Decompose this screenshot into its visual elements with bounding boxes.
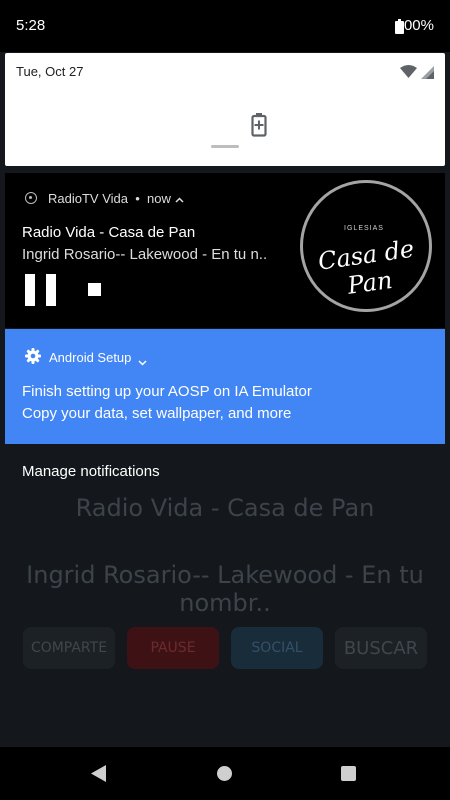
wifi-icon xyxy=(400,65,417,83)
battery-percent: 100% xyxy=(395,17,434,34)
status-time: 5:28 xyxy=(16,17,46,34)
battery-saver-icon[interactable] xyxy=(251,113,267,142)
media-notification[interactable]: RadioTV Vida • now Radio Vida - Casa de … xyxy=(5,173,445,328)
notification-time: now xyxy=(147,191,171,206)
share-button[interactable]: COMPARTE xyxy=(23,627,115,669)
setup-app-name: Android Setup xyxy=(49,350,132,365)
station-title: Radio Vida - Casa de Pan xyxy=(75,494,375,522)
header-separator: • xyxy=(131,191,144,206)
pause-icon[interactable] xyxy=(25,274,59,306)
quick-settings-panel[interactable]: Tue, Oct 27 xyxy=(5,53,445,166)
search-button[interactable]: BUSCAR xyxy=(335,627,427,669)
media-header[interactable]: RadioTV Vida • now xyxy=(48,191,184,206)
expand-chevron-icon[interactable] xyxy=(138,353,147,371)
qs-date: Tue, Oct 27 xyxy=(16,64,84,79)
media-artist: Ingrid Rosario-- Lakewood - En tu n.. xyxy=(22,246,268,263)
status-bar: 5:28 100% xyxy=(0,0,450,52)
setup-title: Finish setting up your AOSP on IA Emulat… xyxy=(22,383,312,400)
expand-chevron-icon[interactable] xyxy=(174,191,184,206)
track-title: Ingrid Rosario-- Lakewood - En tu nombr.… xyxy=(26,561,424,617)
gear-icon xyxy=(25,348,41,369)
media-title: Radio Vida - Casa de Pan xyxy=(22,224,196,241)
social-button[interactable]: SOCIAL xyxy=(231,627,323,669)
manage-notifications-button[interactable]: Manage notifications xyxy=(22,463,160,480)
setup-subtitle: Copy your data, set wallpaper, and more xyxy=(22,405,292,422)
drag-handle[interactable] xyxy=(211,145,239,148)
cell-signal-icon xyxy=(421,66,434,84)
home-icon[interactable] xyxy=(217,766,232,781)
album-art: IGLESIAS Casa de Pan xyxy=(295,173,445,328)
navigation-bar xyxy=(0,747,450,800)
app-name: RadioTV Vida xyxy=(48,191,128,206)
app-icon xyxy=(25,192,37,204)
recents-icon[interactable] xyxy=(341,766,356,781)
logo-small-text: IGLESIAS xyxy=(344,225,384,232)
setup-notification[interactable]: Android Setup Finish setting up your AOS… xyxy=(5,329,445,444)
pause-button[interactable]: PAUSE xyxy=(127,627,219,669)
back-icon[interactable] xyxy=(91,765,107,787)
stop-icon[interactable] xyxy=(88,283,101,296)
